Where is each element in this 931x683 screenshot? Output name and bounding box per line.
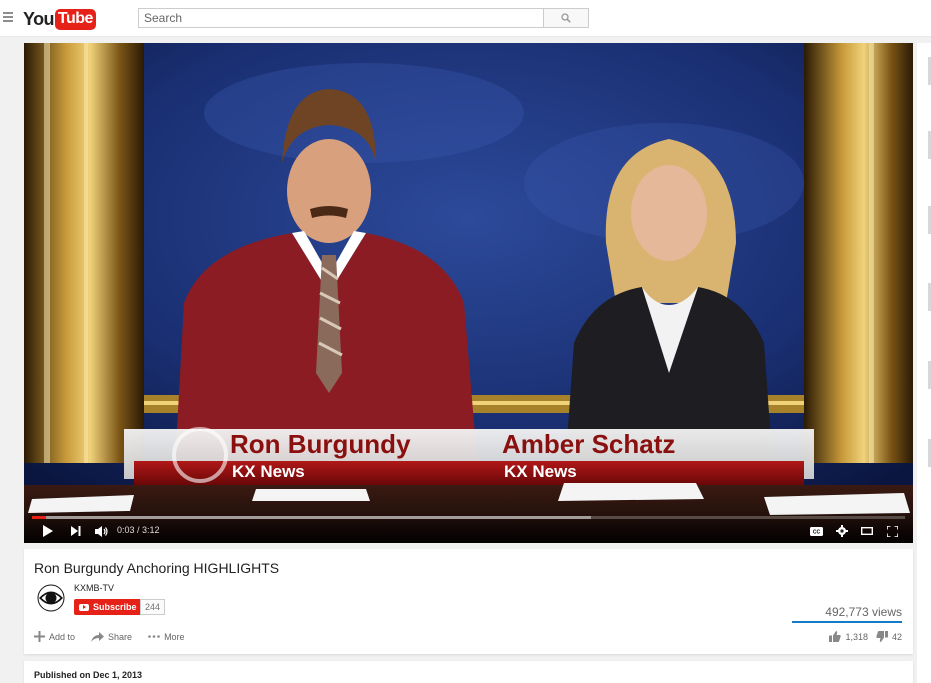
logo-you-text: You: [23, 8, 54, 29]
dislike-count: 42: [891, 631, 902, 642]
thumbs-down-icon: [876, 631, 888, 642]
time-display: 0:03 / 3:12: [117, 525, 160, 535]
theater-icon: [861, 527, 873, 535]
subscribe-button[interactable]: Subscribe: [74, 599, 143, 615]
subscriber-count: 244: [140, 599, 166, 615]
captions-icon: CC: [809, 526, 823, 536]
youtube-logo[interactable]: You Tube: [23, 8, 96, 30]
player-controls: 0:03 / 3:12 CC: [24, 513, 913, 543]
video-title: Ron Burgundy Anchoring HIGHLIGHTS: [34, 560, 280, 576]
more-icon: [148, 635, 160, 638]
settings-button[interactable]: [835, 524, 849, 538]
subscribe-label: Subscribe: [93, 602, 137, 612]
sentiment-bar: [792, 621, 902, 623]
captions-button[interactable]: CC: [809, 524, 823, 538]
lower-third-right-station: KX News: [504, 462, 577, 481]
fullscreen-icon: [886, 525, 898, 537]
svg-text:CC: CC: [812, 529, 820, 535]
search-button[interactable]: [543, 8, 589, 28]
share-icon: [91, 631, 105, 642]
logo-tube-text: Tube: [54, 8, 96, 30]
publish-date: Published on Dec 1, 2013: [34, 670, 143, 680]
watch-header: Ron Burgundy Anchoring HIGHLIGHTS KXMB-T…: [24, 549, 913, 654]
theater-mode-button[interactable]: [860, 524, 874, 538]
dislike-button[interactable]: 42: [876, 631, 902, 642]
progress-bar[interactable]: [32, 516, 905, 519]
description: Published on Dec 1, 2013: [24, 661, 913, 683]
play-icon: [43, 525, 53, 537]
lower-third-left-station: KX News: [232, 462, 305, 481]
search-input[interactable]: [138, 8, 543, 28]
fullscreen-button[interactable]: [885, 524, 899, 538]
action-buttons: Add to Share More: [34, 631, 185, 642]
share-label: Share: [108, 631, 133, 642]
progress-played: [32, 516, 46, 519]
sidebar-edge: [917, 43, 931, 683]
next-icon: [71, 526, 81, 536]
next-button[interactable]: [70, 524, 82, 538]
like-count: 1,318: [845, 631, 868, 642]
add-icon: [34, 631, 45, 642]
like-button[interactable]: 1,318: [829, 631, 868, 642]
channel-name[interactable]: KXMB-TV: [74, 583, 114, 593]
cbs-eye-icon[interactable]: [37, 584, 65, 612]
more-button[interactable]: More: [148, 632, 185, 642]
lower-third-left-name: Ron Burgundy: [230, 429, 411, 459]
youtube-play-icon: [79, 603, 89, 611]
view-count: 492,773 views: [825, 605, 902, 619]
lower-third-right-name: Amber Schatz: [502, 429, 675, 459]
settings-icon: [836, 525, 848, 537]
progress-loaded: [32, 516, 591, 519]
volume-button[interactable]: [94, 524, 108, 538]
menu-icon[interactable]: [3, 12, 13, 22]
play-button[interactable]: [42, 524, 54, 538]
like-dislike: 1,318 42: [829, 631, 902, 642]
thumbs-up-icon: [829, 631, 842, 642]
masthead: You Tube: [0, 0, 931, 37]
video-frame: Ron Burgundy KX News Amber Schatz KX New…: [24, 43, 913, 543]
volume-icon: [94, 525, 108, 537]
share-button[interactable]: Share: [91, 631, 133, 642]
add-to-label: Add to: [49, 631, 76, 642]
more-label: More: [164, 631, 185, 642]
search-icon: [561, 13, 571, 23]
video-player[interactable]: Ron Burgundy KX News Amber Schatz KX New…: [24, 43, 913, 543]
search-bar: [138, 8, 589, 28]
add-to-button[interactable]: Add to: [34, 631, 75, 642]
